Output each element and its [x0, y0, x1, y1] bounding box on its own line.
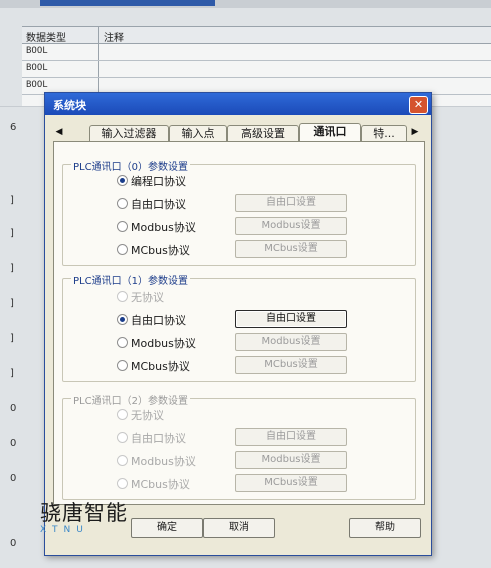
radio-label: 自由口协议 [131, 432, 186, 445]
radio-label: Modbus协议 [131, 337, 196, 350]
grid-header-type: 数据类型 [26, 33, 66, 44]
radio-label: MCbus协议 [131, 478, 190, 491]
tab-strip: ◀ 输入过滤器 输入点 高级设置 通讯口 特... ▶ [53, 123, 423, 142]
port1-group: PLC通讯口（1）参数设置 无协议 自由口协议 Modbus协议 MCbus协议… [62, 272, 416, 382]
radio-dot [117, 337, 128, 348]
radio-dot [117, 409, 128, 420]
radio-label: Modbus协议 [131, 455, 196, 468]
gutter-value: ] [10, 228, 14, 239]
tab-special[interactable]: 特... [361, 125, 407, 141]
watermark-cn: 骁唐智能 [40, 501, 128, 525]
grid-cell: BOOL [26, 46, 48, 56]
close-button[interactable]: ✕ [409, 96, 428, 114]
port1-mcbus-settings-button[interactable]: MCbus设置 [235, 356, 347, 374]
radio-dot [117, 455, 128, 466]
gutter-value: ] [10, 368, 14, 379]
grid-header: 数据类型 注释 [22, 27, 491, 44]
port2-legend: PLC通讯口（2）参数设置 [71, 392, 190, 407]
radio-label: 无协议 [131, 291, 164, 304]
watermark: 骁唐智能 XTNU [40, 497, 128, 535]
gutter-value: 6 [10, 122, 17, 133]
grid-cell: BOOL [26, 63, 48, 73]
table-row[interactable]: BOOL [22, 44, 491, 61]
port1-legend: PLC通讯口（1）参数设置 [71, 272, 190, 287]
radio-dot [117, 244, 128, 255]
radio-dot [117, 432, 128, 443]
gutter-value: ] [10, 333, 14, 344]
top-strip [40, 0, 215, 6]
gutter-value: ] [10, 298, 14, 309]
radio-label: Modbus协议 [131, 221, 196, 234]
gutter-value: ] [10, 263, 14, 274]
radio-dot [117, 478, 128, 489]
radio-dot [117, 360, 128, 371]
port0-mcbus-settings-button[interactable]: MCbus设置 [235, 240, 347, 258]
port2-mcbus-settings-button[interactable]: MCbus设置 [235, 474, 347, 492]
gutter-value: 0 [10, 403, 17, 414]
dialog-titlebar[interactable]: 系统块 ✕ [45, 93, 431, 115]
gutter-value: 0 [10, 438, 17, 449]
tab-communication[interactable]: 通讯口 [299, 123, 361, 142]
port0-legend: PLC通讯口（0）参数设置 [71, 158, 190, 173]
tab-input-points[interactable]: 输入点 [169, 125, 227, 141]
grid-cell: BOOL [26, 80, 48, 90]
port2-freeport-settings-button[interactable]: 自由口设置 [235, 428, 347, 446]
gutter-value: 0 [10, 538, 17, 549]
table-row[interactable]: BOOL [22, 61, 491, 78]
close-icon: ✕ [413, 98, 424, 111]
cancel-button[interactable]: 取消 [203, 518, 275, 538]
communication-panel: PLC通讯口（0）参数设置 编程口协议 自由口协议 Modbus协议 MCbus… [53, 141, 425, 505]
port2-modbus-settings-button[interactable]: Modbus设置 [235, 451, 347, 469]
radio-label: 自由口协议 [131, 314, 186, 327]
grid-header-comment: 注释 [104, 33, 124, 44]
help-button[interactable]: 帮助 [349, 518, 421, 538]
port1-freeport-settings-button[interactable]: 自由口设置 [235, 310, 347, 328]
system-block-dialog: 系统块 ✕ ◀ 输入过滤器 输入点 高级设置 通讯口 特... ▶ PLC通讯口… [44, 92, 432, 556]
radio-dot [117, 221, 128, 232]
port0-modbus-settings-button[interactable]: Modbus设置 [235, 217, 347, 235]
port0-freeport-settings-button[interactable]: 自由口设置 [235, 194, 347, 212]
tab-advanced[interactable]: 高级设置 [227, 125, 299, 141]
radio-dot [117, 291, 128, 302]
port2-group: PLC通讯口（2）参数设置 无协议 自由口协议 Modbus协议 MCbus协议… [62, 392, 416, 500]
radio-dot [117, 314, 128, 325]
gutter-value: ] [10, 195, 14, 206]
radio-dot [117, 198, 128, 209]
top-bar [0, 0, 491, 8]
port0-group: PLC通讯口（0）参数设置 编程口协议 自由口协议 Modbus协议 MCbus… [62, 158, 416, 266]
tab-scroll-left-icon[interactable]: ◀ [53, 124, 65, 140]
radio-label: 编程口协议 [131, 175, 186, 188]
tab-input-filter[interactable]: 输入过滤器 [89, 125, 169, 141]
radio-label: MCbus协议 [131, 244, 190, 257]
radio-label: 无协议 [131, 409, 164, 422]
tab-scroll-right-icon[interactable]: ▶ [409, 124, 421, 140]
gutter-value: 0 [10, 473, 17, 484]
port1-modbus-settings-button[interactable]: Modbus设置 [235, 333, 347, 351]
radio-label: MCbus协议 [131, 360, 190, 373]
dialog-title: 系统块 [53, 99, 86, 112]
ok-button[interactable]: 确定 [131, 518, 203, 538]
radio-label: 自由口协议 [131, 198, 186, 211]
radio-dot [117, 175, 128, 186]
